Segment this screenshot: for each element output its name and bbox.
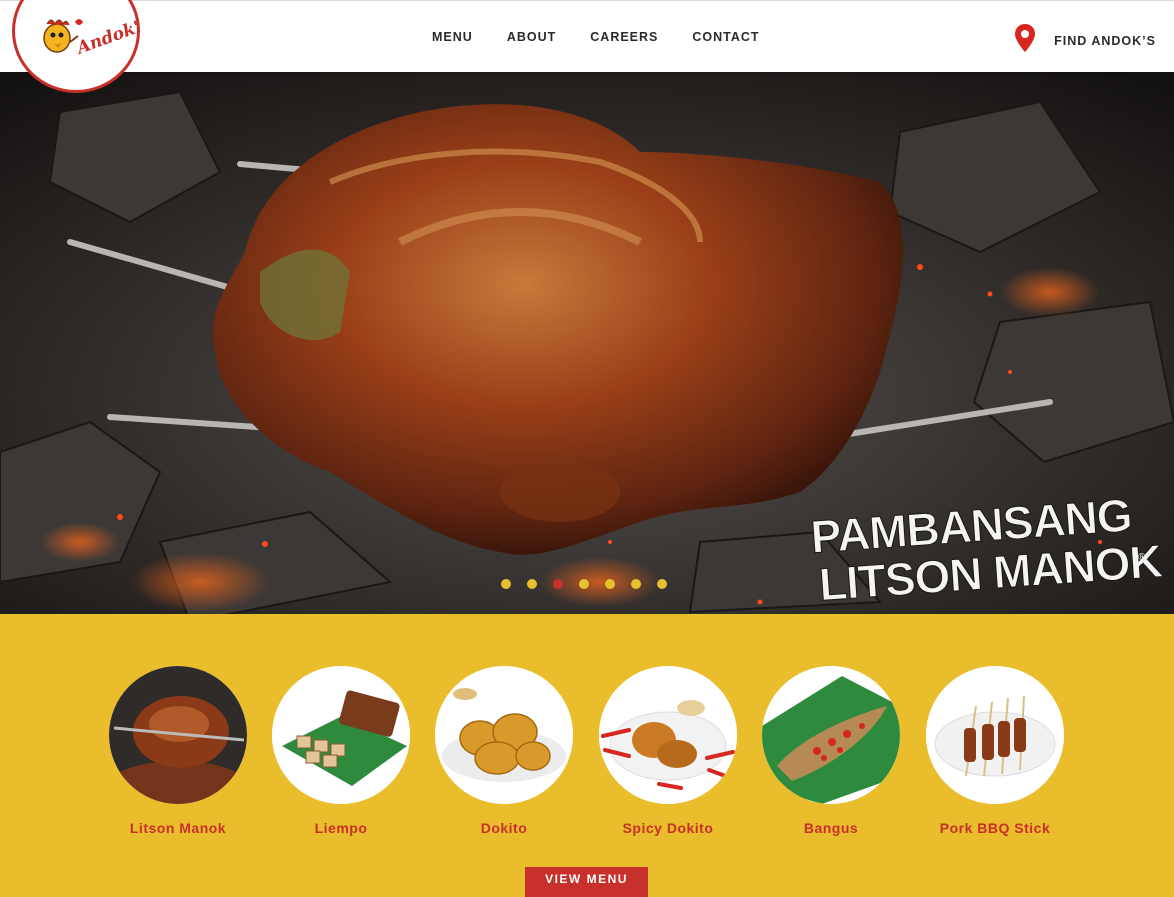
menu-item-name: Dokito bbox=[480, 820, 528, 836]
find-andoks-link[interactable]: FIND ANDOK’S bbox=[1014, 23, 1156, 58]
site-header: Andok's MENU ABOUT CAREERS CONTACT FIND … bbox=[0, 0, 1174, 93]
slider-dot-6[interactable] bbox=[631, 579, 641, 589]
menu-item-name: Pork BBQ Stick bbox=[939, 820, 1051, 836]
slider-dot-4[interactable] bbox=[579, 579, 589, 589]
main-nav: MENU ABOUT CAREERS CONTACT bbox=[432, 30, 794, 44]
litson-manok-image bbox=[109, 666, 247, 804]
slider-dot-2[interactable] bbox=[527, 579, 537, 589]
menu-item-litson-manok[interactable]: Litson Manok bbox=[96, 666, 260, 836]
menu-item-liempo[interactable]: Liempo bbox=[259, 666, 423, 836]
hero-image: PAMBANSANG LITSON MANOK ® bbox=[0, 72, 1174, 614]
menu-item-name: Litson Manok bbox=[129, 820, 227, 836]
menu-item-pork-bbq-stick[interactable]: Pork BBQ Stick bbox=[913, 666, 1077, 836]
slider-dot-5[interactable] bbox=[605, 579, 615, 589]
svg-text:®: ® bbox=[1138, 552, 1147, 564]
featured-menu: Litson Manok Liempo Dokito Spicy Dokito … bbox=[0, 614, 1174, 897]
view-menu-button[interactable]: VIEW MENU bbox=[525, 867, 648, 897]
nav-careers[interactable]: CAREERS bbox=[590, 30, 658, 44]
spicy-dokito-image bbox=[599, 666, 737, 804]
menu-item-name: Liempo bbox=[314, 820, 368, 836]
dokito-image bbox=[435, 666, 573, 804]
menu-item-spicy-dokito[interactable]: Spicy Dokito bbox=[586, 666, 750, 836]
slider-dot-1[interactable] bbox=[501, 579, 511, 589]
menu-item-name: Spicy Dokito bbox=[622, 820, 714, 836]
liempo-image bbox=[272, 666, 410, 804]
menu-item-dokito[interactable]: Dokito bbox=[422, 666, 586, 836]
nav-about[interactable]: ABOUT bbox=[507, 30, 556, 44]
slider-dot-7[interactable] bbox=[657, 579, 667, 589]
hero-slider: PAMBANSANG LITSON MANOK ® bbox=[0, 72, 1174, 614]
slider-dots bbox=[501, 579, 667, 589]
nav-contact[interactable]: CONTACT bbox=[692, 30, 759, 44]
slider-dot-3[interactable] bbox=[553, 579, 563, 589]
menu-item-bangus[interactable]: Bangus bbox=[749, 666, 913, 836]
nav-menu[interactable]: MENU bbox=[432, 30, 473, 44]
menu-item-name: Bangus bbox=[803, 820, 859, 836]
bangus-image bbox=[762, 666, 900, 804]
pork-bbq-image bbox=[926, 666, 1064, 804]
find-andoks-label: FIND ANDOK’S bbox=[1054, 33, 1156, 48]
map-pin-icon bbox=[1014, 23, 1036, 58]
